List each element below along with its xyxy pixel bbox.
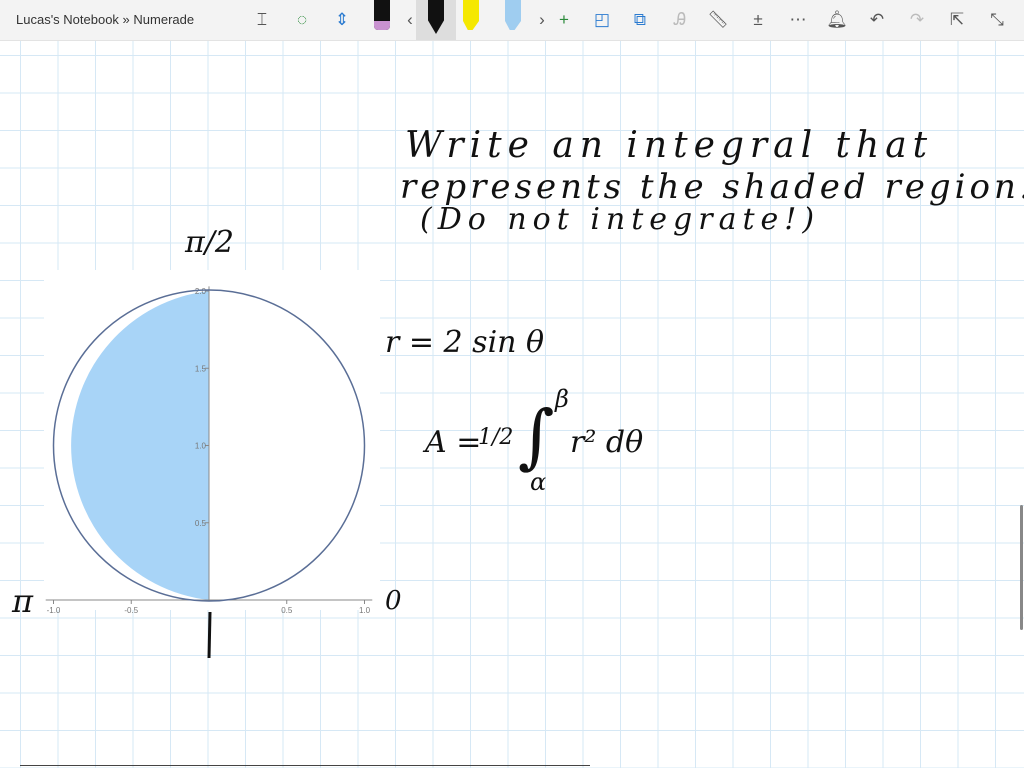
polar-plot: -1.0 -0.5 0.5 1.0 0.5 1.0 1.5 2.0 (44, 270, 380, 615)
lasso-add-icon[interactable]: ◌ (290, 8, 314, 32)
question-line-2: represents the shaded region: (400, 167, 1024, 207)
collapse-icon[interactable]: ⤡ (985, 8, 1009, 32)
shapes-icon[interactable]: ◰ (590, 8, 614, 32)
add-icon[interactable]: + (552, 8, 576, 32)
more-icon[interactable]: ⋯ (786, 8, 810, 32)
pen-pink-icon[interactable] (374, 0, 390, 30)
page-divider (20, 765, 590, 766)
x-tick-label: 1.0 (359, 606, 371, 615)
y-tick-label: 2.0 (195, 287, 207, 296)
share-icon[interactable]: ⇱ (945, 8, 969, 32)
formula-upper-limit: β (555, 385, 569, 413)
x-tick-label: -1.0 (47, 606, 61, 615)
chevron-right-icon[interactable]: › (530, 8, 554, 32)
window-title: Lucas's Notebook » Numerade (16, 12, 195, 27)
y-tick-label: 1.0 (195, 442, 207, 451)
convert-icon[interactable]: ⧉ (628, 8, 652, 32)
formula-body: r² dθ (570, 425, 644, 460)
vertical-scrollbar[interactable] (1020, 505, 1023, 630)
x-tick-label: 0.5 (281, 606, 293, 615)
highlighter-yellow-icon[interactable] (463, 0, 479, 30)
formula-area: A = (425, 425, 482, 460)
ink-to-text-icon[interactable]: Ꭿ (668, 8, 692, 32)
text-select-icon[interactable]: ⌶ (250, 8, 274, 32)
question-line-1: Write an integral that (405, 125, 934, 166)
formula-lower-limit: α (530, 468, 547, 496)
toolbar: Lucas's Notebook » Numerade ⌶ ◌ ⇕ ‹ › + … (0, 0, 1024, 41)
formula-half: 1/2 (478, 425, 514, 450)
pen-black-icon (428, 0, 444, 34)
ruler-icon[interactable]: 📏︎ (706, 8, 730, 32)
formula-integral: ∫ (518, 395, 555, 477)
insert-space-icon[interactable]: ⇕ (330, 8, 354, 32)
notifications-icon[interactable]: 🔔︎ (825, 8, 849, 32)
curve-label: r = 2 sin θ (385, 325, 545, 360)
angle-label-pi-over-2: π/2 (185, 225, 234, 260)
angle-label-zero: 0 (385, 586, 402, 616)
math-icon[interactable]: ± (746, 8, 770, 32)
highlighter-blue-icon[interactable] (505, 0, 521, 30)
pen-black-selected[interactable] (416, 0, 456, 40)
y-tick-label: 0.5 (195, 519, 207, 528)
question-line-3: (Do not integrate!) (420, 202, 821, 237)
y-tick-label: 1.5 (195, 364, 207, 373)
redo-icon[interactable]: ↷ (905, 8, 929, 32)
undo-icon[interactable]: ↶ (865, 8, 889, 32)
x-tick-label: -0.5 (124, 606, 138, 615)
